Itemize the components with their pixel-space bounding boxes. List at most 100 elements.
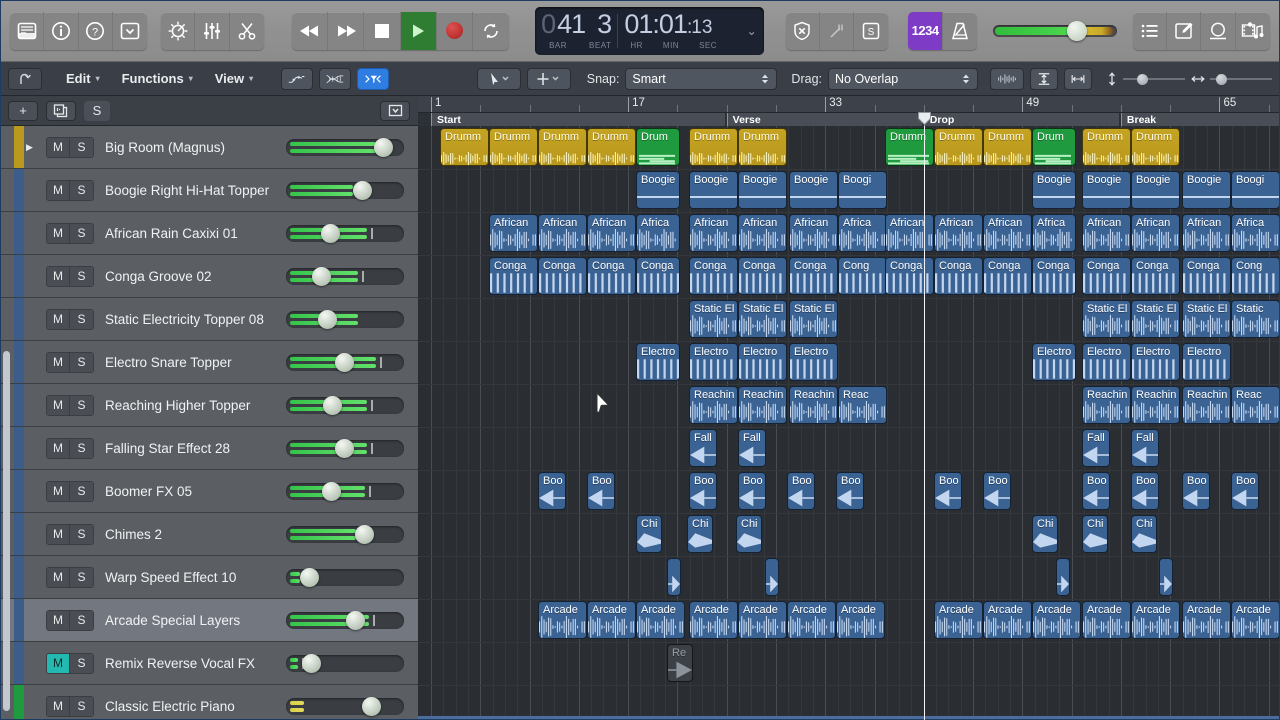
mute-button[interactable]: M (47, 653, 70, 673)
track-volume-slider[interactable] (286, 439, 404, 458)
help-icon[interactable]: ? (79, 11, 113, 50)
track-color-strip[interactable] (14, 298, 24, 340)
track-row[interactable]: M S Chimes 2 (0, 513, 418, 556)
region[interactable]: Drumm (440, 128, 489, 166)
track-name[interactable]: Reaching Higher Topper (105, 398, 250, 413)
stop-button[interactable] (364, 11, 401, 50)
region[interactable]: Electro (1182, 343, 1231, 381)
region[interactable]: Drumm (587, 128, 636, 166)
region[interactable]: Boogi (838, 171, 887, 209)
region[interactable]: African (934, 214, 983, 252)
track-name[interactable]: Remix Reverse Vocal FX (105, 656, 255, 671)
region[interactable]: Electro (1082, 343, 1131, 381)
track-name[interactable]: Conga Groove 02 (105, 269, 212, 284)
track-color-strip[interactable] (14, 212, 24, 254)
region[interactable]: Boogie (789, 171, 838, 209)
region[interactable]: Electro (1032, 343, 1076, 381)
region[interactable] (1159, 558, 1173, 596)
notes-icon[interactable] (1167, 11, 1202, 50)
track-volume-slider[interactable] (286, 525, 404, 544)
track-disclosure-triangle[interactable]: ▶ (26, 142, 42, 153)
record-button[interactable] (437, 11, 473, 50)
track-row[interactable]: M S Falling Star Effect 28 (0, 427, 418, 470)
track-color-strip[interactable] (14, 642, 24, 684)
marquee-tool[interactable] (526, 67, 571, 90)
track-name[interactable]: Classic Electric Piano (105, 699, 235, 714)
track-row[interactable]: M S Electro Snare Topper (0, 341, 418, 384)
region[interactable]: Static El (689, 300, 738, 338)
region[interactable]: Electro (1131, 343, 1180, 381)
track-volume-knob[interactable] (318, 310, 337, 329)
region[interactable]: Boo (836, 472, 864, 510)
region[interactable]: Conga (1131, 257, 1180, 295)
low-latency-icon[interactable] (786, 11, 820, 50)
region[interactable]: Static El (738, 300, 787, 338)
region[interactable]: Boo (1131, 472, 1159, 510)
track-volume-knob[interactable] (323, 396, 342, 415)
mute-button[interactable]: M (47, 395, 70, 415)
region[interactable]: Conga (636, 257, 680, 295)
region[interactable]: African (789, 214, 838, 252)
solo-button[interactable]: S (70, 481, 93, 501)
track-row[interactable]: M S Remix Reverse Vocal FX (0, 642, 418, 685)
region[interactable]: Chi (1082, 515, 1108, 553)
track-color-strip[interactable] (14, 341, 24, 383)
region[interactable]: African (538, 214, 587, 252)
region[interactable]: Electro (689, 343, 738, 381)
horizontal-zoom-slider[interactable] (1210, 73, 1272, 85)
arrangement-marker[interactable]: Break (1120, 113, 1280, 126)
vertical-zoom-control[interactable] (1106, 71, 1185, 86)
track-volume-knob[interactable] (335, 439, 354, 458)
track-volume-slider[interactable] (286, 353, 404, 372)
solo-button[interactable]: S (70, 309, 93, 329)
region[interactable]: Cong (1231, 257, 1280, 295)
region[interactable]: Conga (738, 257, 787, 295)
region[interactable]: Boo (587, 472, 615, 510)
region[interactable]: Africa (1231, 214, 1280, 252)
mute-button[interactable]: M (47, 567, 70, 587)
region[interactable]: Fall (738, 429, 766, 467)
mute-button[interactable]: M (47, 610, 70, 630)
track-color-strip[interactable] (14, 470, 24, 512)
region[interactable]: Cong (838, 257, 887, 295)
track-volume-knob[interactable] (300, 568, 319, 587)
track-row[interactable]: M S African Rain Caxixi 01 (0, 212, 418, 255)
chevron-down-icon[interactable]: ⌄ (747, 24, 757, 38)
lcd-bar-beat[interactable]: 0 41 3 BAR BEAT (535, 7, 617, 55)
region[interactable]: Africa (636, 214, 680, 252)
scissors-icon[interactable] (230, 12, 264, 50)
region[interactable]: Conga (587, 257, 636, 295)
region[interactable]: Fall (1131, 429, 1159, 467)
track-color-strip[interactable] (14, 685, 24, 720)
region[interactable]: Drumm (689, 128, 738, 166)
region[interactable]: Reachin (1131, 386, 1180, 424)
solo-button[interactable]: S (70, 567, 93, 587)
mute-button[interactable]: M (47, 137, 70, 157)
horizontal-fit-icon[interactable] (1064, 67, 1092, 90)
track-row[interactable]: M S Reaching Higher Topper (0, 384, 418, 427)
region[interactable]: African (885, 214, 934, 252)
track-name[interactable]: Warp Speed Effect 10 (105, 570, 236, 585)
solo-button[interactable]: S (70, 610, 93, 630)
region[interactable]: Conga (789, 257, 838, 295)
region[interactable]: Arcade (1131, 601, 1180, 639)
track-row[interactable]: M S Boomer FX 05 (0, 470, 418, 513)
mute-button[interactable]: M (47, 696, 70, 716)
smart-controls-icon[interactable] (161, 11, 196, 50)
track-name[interactable]: Falling Star Effect 28 (105, 441, 230, 456)
track-row[interactable]: M S Static Electricity Topper 08 (0, 298, 418, 341)
mute-button[interactable]: M (47, 524, 70, 544)
arrangement-marker[interactable]: Drop (923, 113, 1119, 126)
track-volume-slider[interactable] (286, 697, 404, 716)
region[interactable]: Boo (689, 472, 717, 510)
region[interactable]: Boogie (1131, 171, 1180, 209)
region[interactable]: African (587, 214, 636, 252)
region[interactable]: Static El (1082, 300, 1131, 338)
track-volume-knob[interactable] (374, 138, 393, 157)
region[interactable]: Boogie (689, 171, 738, 209)
scrollbar-thumb[interactable] (3, 351, 10, 711)
region[interactable]: Reac (838, 386, 887, 424)
functions-menu[interactable]: Functions ▾ (114, 68, 201, 90)
cycle-button[interactable] (473, 12, 509, 50)
region[interactable]: Static El (1182, 300, 1231, 338)
